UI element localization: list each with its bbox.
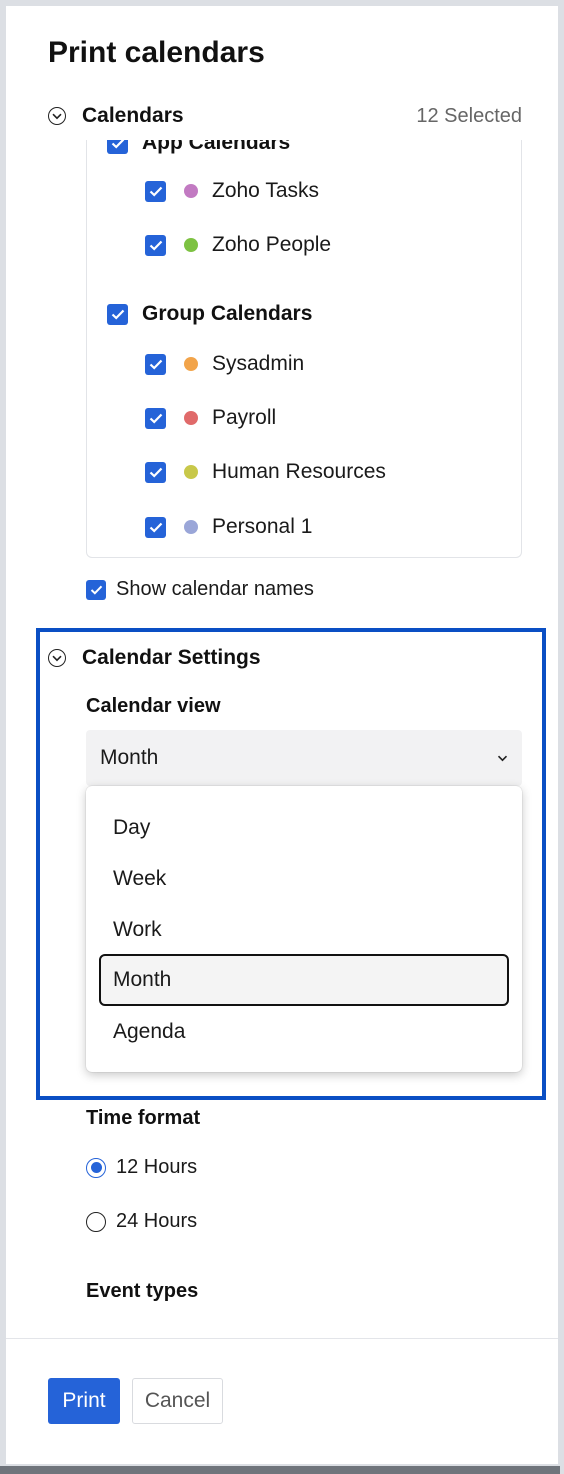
- calendar-color-dot: [184, 184, 198, 198]
- group-row-app-calendars[interactable]: App Calendars: [107, 140, 290, 158]
- show-calendar-names-option[interactable]: Show calendar names: [86, 578, 314, 601]
- highlight-box: [36, 628, 546, 1100]
- calendar-label: Zoho Tasks: [212, 179, 319, 202]
- calendar-label: Payroll: [212, 406, 277, 429]
- radio-button[interactable]: [86, 1211, 106, 1232]
- calendar-list[interactable]: App Calendars Zoho Tasks Zoho People Gro…: [86, 140, 522, 558]
- time-format-label: Time format: [86, 1107, 201, 1129]
- calendar-item-sysadmin[interactable]: Sysadmin: [145, 349, 304, 379]
- time-format-12-hours[interactable]: 12 Hours: [86, 1156, 197, 1179]
- calendars-section-title: Calendars: [82, 104, 184, 127]
- checkbox[interactable]: [145, 516, 166, 538]
- time-format-24-hours[interactable]: 24 Hours: [86, 1210, 197, 1233]
- selected-count: 12 Selected: [416, 104, 522, 127]
- calendar-label: Zoho People: [212, 233, 332, 256]
- bottom-edge-bar: [0, 1466, 560, 1474]
- calendar-label: Sysadmin: [212, 352, 305, 375]
- calendar-item-zoho-tasks[interactable]: Zoho Tasks: [145, 176, 319, 206]
- calendar-color-dot: [184, 411, 198, 425]
- footer-divider: [6, 1338, 558, 1339]
- print-button[interactable]: Print: [48, 1378, 120, 1424]
- checkbox[interactable]: [145, 353, 166, 375]
- show-names-label: Show calendar names: [116, 578, 314, 600]
- print-calendars-dialog: Print calendars Calendars 12 Selected Ap…: [6, 6, 558, 1464]
- calendar-color-dot: [184, 357, 198, 371]
- group-row-group-calendars[interactable]: Group Calendars: [107, 299, 312, 329]
- checkbox[interactable]: [107, 303, 128, 325]
- event-types-label: Event types: [86, 1280, 199, 1302]
- calendar-label: Personal 1: [212, 515, 313, 538]
- checkbox[interactable]: [107, 140, 128, 154]
- calendar-color-dot: [184, 465, 198, 479]
- group-label: Group Calendars: [142, 302, 313, 325]
- radio-label: 12 Hours: [116, 1156, 198, 1178]
- calendar-color-dot: [184, 238, 198, 252]
- radio-button[interactable]: [86, 1157, 106, 1178]
- calendar-color-dot: [184, 520, 198, 534]
- calendar-label: Human Resources: [212, 460, 386, 483]
- collapse-chevron-icon[interactable]: [48, 107, 66, 125]
- show-names-checkbox[interactable]: [86, 579, 106, 600]
- group-label: App Calendars: [142, 140, 291, 154]
- calendar-item-zoho-people[interactable]: Zoho People: [145, 230, 331, 260]
- checkbox[interactable]: [145, 234, 166, 256]
- checkbox[interactable]: [145, 407, 166, 429]
- checkbox[interactable]: [145, 461, 166, 483]
- calendar-item-payroll[interactable]: Payroll: [145, 403, 276, 433]
- dialog-title: Print calendars: [48, 36, 265, 69]
- cancel-button[interactable]: Cancel: [132, 1378, 223, 1424]
- calendar-item-personal-1[interactable]: Personal 1: [145, 512, 312, 542]
- checkbox[interactable]: [145, 180, 166, 202]
- calendar-item-human-resources[interactable]: Human Resources: [145, 457, 386, 487]
- radio-label: 24 Hours: [116, 1210, 198, 1232]
- calendars-section-header[interactable]: Calendars 12 Selected: [48, 102, 522, 130]
